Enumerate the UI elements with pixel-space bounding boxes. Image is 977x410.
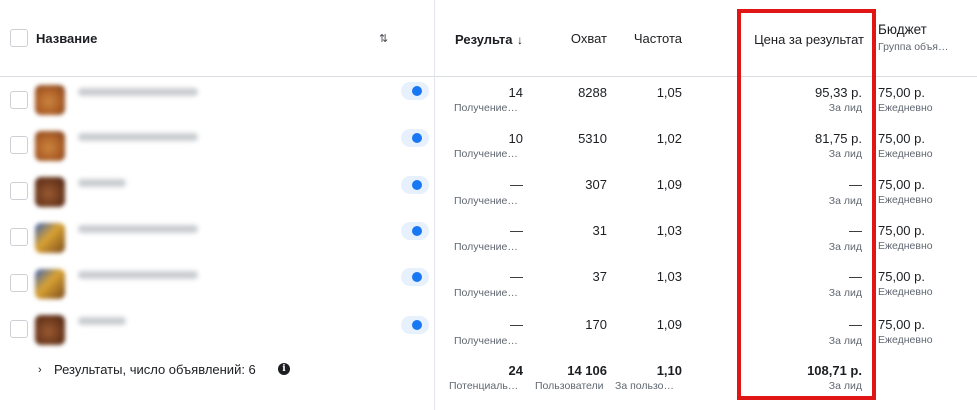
results-sub: Получение… <box>454 195 518 207</box>
ad-name-blurred[interactable] <box>78 271 198 279</box>
select-all-checkbox[interactable] <box>10 29 28 47</box>
results-sub: Получение… <box>454 148 518 160</box>
results-sub: Получение… <box>454 241 518 253</box>
toggle-knob <box>412 86 422 96</box>
reach-value: 37 <box>592 269 607 284</box>
ad-name-blurred[interactable] <box>78 225 198 233</box>
results-sub: Получение… <box>454 102 518 114</box>
budget-value: 75,00 р. <box>878 269 925 284</box>
budget-value: 75,00 р. <box>878 317 925 332</box>
total-results-sub: Потенциаль… <box>449 380 519 392</box>
column-header-frequency[interactable]: Частота <box>626 31 682 46</box>
row-checkbox[interactable] <box>10 136 28 154</box>
ad-toggle[interactable] <box>401 82 429 100</box>
toggle-knob <box>412 320 422 330</box>
total-reach-sub: Пользователи <box>535 380 604 392</box>
column-header-name[interactable]: Название <box>36 31 97 46</box>
reach-value: 31 <box>592 223 607 238</box>
column-header-reach[interactable]: Охват <box>565 31 607 46</box>
budget-sub: Ежедневно <box>878 240 933 252</box>
results-header-label: Результа <box>455 32 513 47</box>
ad-toggle[interactable] <box>401 129 429 147</box>
toggle-knob <box>412 272 422 282</box>
budget-value: 75,00 р. <box>878 223 925 238</box>
budget-value: 75,00 р. <box>878 131 925 146</box>
frequency-value: 1,03 <box>656 269 682 284</box>
toggle-knob <box>412 226 422 236</box>
sort-icon[interactable]: ⇅ <box>379 32 388 45</box>
results-sub: Получение… <box>454 287 518 299</box>
ad-thumbnail <box>35 85 65 115</box>
total-frequency: 1,10 <box>656 363 682 378</box>
results-value: — <box>510 223 523 238</box>
results-value: — <box>510 269 523 284</box>
results-value: — <box>510 177 523 192</box>
frequency-value: 1,09 <box>656 177 682 192</box>
budget-sub: Ежедневно <box>878 194 933 206</box>
ad-toggle[interactable] <box>401 222 429 240</box>
budget-value: 75,00 р. <box>878 177 925 192</box>
ad-name-blurred[interactable] <box>78 88 198 96</box>
frequency-value: 1,09 <box>656 317 682 332</box>
row-checkbox[interactable] <box>10 274 28 292</box>
totals-label[interactable]: Результаты, число объявлений: 6 <box>54 362 256 377</box>
ad-toggle[interactable] <box>401 176 429 194</box>
total-results: 24 <box>508 363 523 378</box>
column-header-budget[interactable]: Бюджет <box>878 22 927 37</box>
budget-header-sub: Группа объя… <box>878 41 949 53</box>
frequency-value: 1,03 <box>656 223 682 238</box>
ad-name-blurred[interactable] <box>78 179 126 187</box>
arrow-down-icon: ↓ <box>516 33 523 47</box>
ad-thumbnail <box>35 131 65 161</box>
toggle-knob <box>412 180 422 190</box>
ad-thumbnail <box>35 269 65 299</box>
budget-sub: Ежедневно <box>878 102 933 114</box>
budget-sub: Ежедневно <box>878 286 933 298</box>
cost-column-highlight <box>737 9 876 400</box>
results-value: 14 <box>508 85 523 100</box>
ad-toggle[interactable] <box>401 316 429 334</box>
ad-name-blurred[interactable] <box>78 317 126 325</box>
row-checkbox[interactable] <box>10 91 28 109</box>
results-sub: Получение… <box>454 335 518 347</box>
row-checkbox[interactable] <box>10 182 28 200</box>
ad-thumbnail <box>35 315 65 345</box>
column-header-results[interactable]: Результа ↓ <box>455 31 523 49</box>
total-reach: 14 106 <box>567 363 607 378</box>
ad-thumbnail <box>35 177 65 207</box>
reach-value: 5310 <box>578 131 607 146</box>
row-checkbox[interactable] <box>10 228 28 246</box>
budget-value: 75,00 р. <box>878 85 925 100</box>
reach-value: 170 <box>585 317 607 332</box>
ad-name-blurred[interactable] <box>78 133 198 141</box>
budget-sub: Ежедневно <box>878 148 933 160</box>
budget-sub: Ежедневно <box>878 334 933 346</box>
ad-toggle[interactable] <box>401 268 429 286</box>
frequency-value: 1,02 <box>656 131 682 146</box>
info-icon[interactable]: i <box>278 363 290 375</box>
reach-value: 8288 <box>578 85 607 100</box>
chevron-right-icon[interactable]: › <box>38 364 42 376</box>
reach-value: 307 <box>585 177 607 192</box>
frequency-value: 1,05 <box>656 85 682 100</box>
row-checkbox[interactable] <box>10 320 28 338</box>
ad-thumbnail <box>35 223 65 253</box>
toggle-knob <box>412 133 422 143</box>
results-value: 10 <box>508 131 523 146</box>
results-value: — <box>510 317 523 332</box>
total-frequency-sub: За пользо… <box>615 380 675 392</box>
